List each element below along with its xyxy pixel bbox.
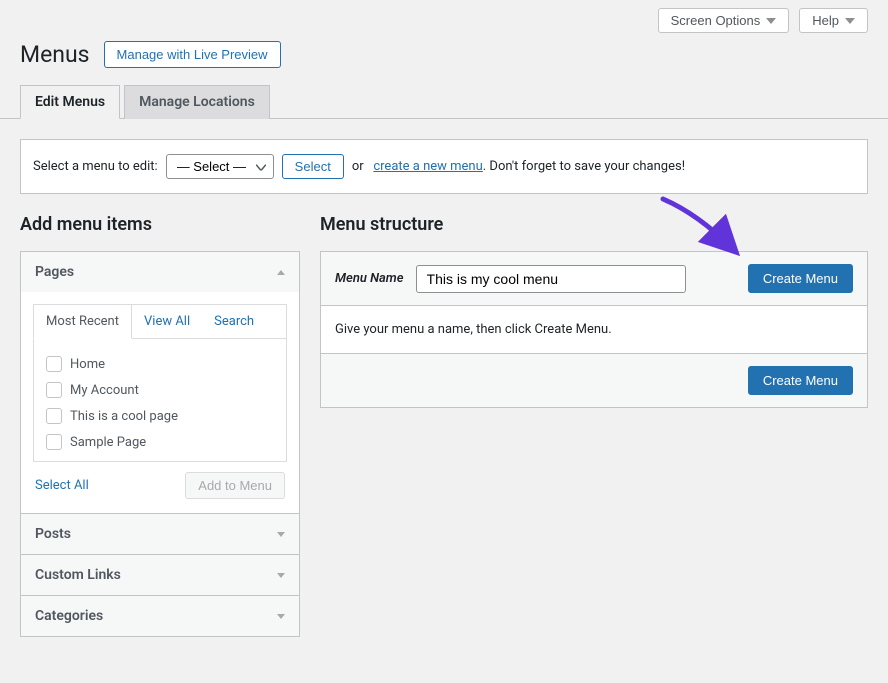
reminder-text: . Don't forget to save your changes! [483,159,685,174]
page-item-label: My Account [70,383,139,398]
accordion-categories-label: Categories [35,608,103,624]
page-item: Sample Page [46,429,274,455]
menu-structure-instruction: Give your menu a name, then click Create… [321,306,867,354]
menu-name-label: Menu Name [335,271,404,286]
help-label: Help [812,13,839,28]
menu-structure-heading: Menu structure [320,214,868,235]
accordion-pages-label: Pages [35,264,74,280]
page-item-label: Home [70,357,105,372]
add-to-menu-button[interactable]: Add to Menu [185,472,285,499]
page-item: My Account [46,377,274,403]
menu-structure-panel: Menu Name Create Menu Give your menu a n… [320,251,868,408]
help-button[interactable]: Help [799,8,868,33]
menu-name-input[interactable] [416,265,686,293]
chevron-up-icon [277,270,285,275]
add-items-accordion: Pages Most Recent View All Search [20,251,300,637]
accordion-custom-links-header[interactable]: Custom Links [21,555,299,595]
page-item: Home [46,351,274,377]
select-all-link[interactable]: Select All [35,478,89,493]
accordion-pages-body: Most Recent View All Search Home My [21,292,299,513]
create-menu-button-bottom[interactable]: Create Menu [748,366,853,395]
chevron-down-icon [845,18,855,24]
chevron-down-icon [277,532,285,537]
page-checkbox[interactable] [46,356,62,372]
add-menu-items-heading: Add menu items [20,214,300,235]
screen-options-button[interactable]: Screen Options [658,8,790,33]
tab-edit-menus[interactable]: Edit Menus [20,85,120,119]
chevron-down-icon [277,573,285,578]
accordion-posts-label: Posts [35,526,71,542]
chevron-down-icon [277,614,285,619]
menu-select-bar: Select a menu to edit: — Select — Select… [20,139,868,194]
page-item-label: This is a cool page [70,409,178,424]
accordion-categories-header[interactable]: Categories [21,596,299,636]
menu-select-prompt: Select a menu to edit: [33,159,158,174]
page-checkbox[interactable] [46,382,62,398]
menu-select-dropdown[interactable]: — Select — [166,154,274,179]
select-menu-button[interactable]: Select [282,154,344,179]
subtab-view-all[interactable]: View All [132,305,202,338]
tab-manage-locations[interactable]: Manage Locations [124,85,270,119]
accordion-posts-header[interactable]: Posts [21,514,299,554]
create-new-menu-link[interactable]: create a new menu [373,159,482,174]
subtab-most-recent[interactable]: Most Recent [33,304,132,339]
accordion-pages-header[interactable]: Pages [21,252,299,292]
screen-options-label: Screen Options [671,13,761,28]
page-title: Menus [20,41,90,68]
create-menu-button-top[interactable]: Create Menu [748,264,853,293]
live-preview-button[interactable]: Manage with Live Preview [104,41,281,68]
page-checkbox[interactable] [46,434,62,450]
or-text: or [352,159,364,174]
subtab-search[interactable]: Search [202,305,266,338]
chevron-down-icon [766,18,776,24]
page-item-label: Sample Page [70,435,146,450]
page-item: This is a cool page [46,403,274,429]
page-checkbox[interactable] [46,408,62,424]
accordion-custom-links-label: Custom Links [35,567,121,583]
